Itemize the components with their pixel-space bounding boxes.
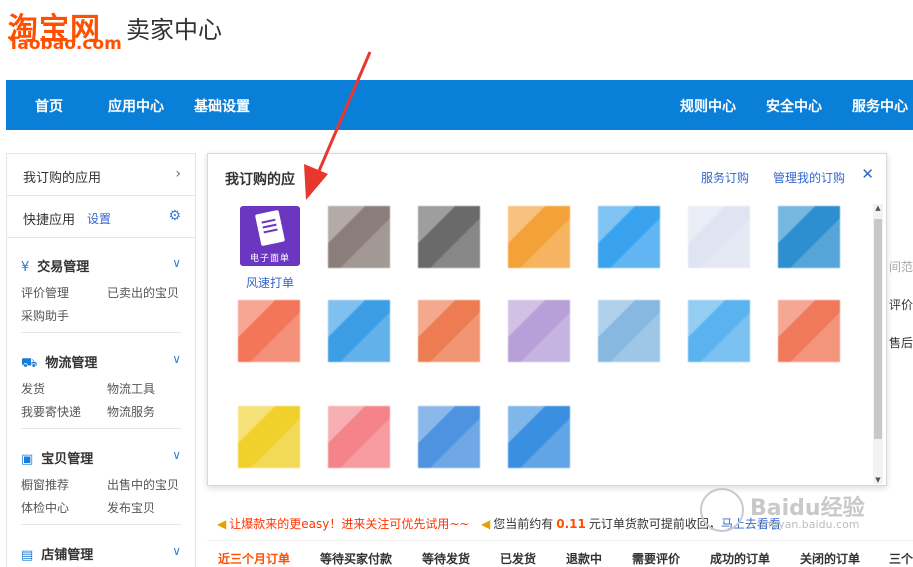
tab-awaiting-shipment[interactable]: 等待发货	[422, 550, 470, 567]
paw-icon	[700, 488, 744, 532]
tab-closed[interactable]: 关闭的订单	[800, 550, 860, 567]
speaker-icon: ◀	[481, 517, 491, 531]
tab-three-months[interactable]: 三个	[889, 550, 913, 567]
arrow-head	[304, 164, 328, 200]
tab-need-review[interactable]: 需要评价	[632, 550, 680, 567]
tab-shipped[interactable]: 已发货	[500, 550, 536, 567]
watermark-sub: jingyan.baidu.com	[758, 518, 860, 531]
tab-awaiting-payment[interactable]: 等待买家付款	[320, 550, 392, 567]
speaker-icon: ◀	[217, 517, 227, 531]
notice-pre: 您当前约有	[493, 517, 554, 531]
tab-refunding[interactable]: 退款中	[566, 550, 602, 567]
promo-text: 让爆款来的更easy！进来关注可优先试用~~	[229, 517, 470, 531]
order-tabs: 近三个月订单 等待买家付款 等待发货 已发货 退款中 需要评价 成功的订单 关闭…	[207, 540, 913, 567]
tab-successful[interactable]: 成功的订单	[710, 550, 770, 567]
baidu-watermark: Baidu经验 jingyan.baidu.com	[700, 488, 900, 532]
annotation-arrow	[304, 51, 372, 200]
promo-notice[interactable]: ◀ 让爆款来的更easy！进来关注可优先试用~~	[217, 515, 469, 532]
notice-amount: 0.11	[556, 517, 586, 531]
arrow-shaft	[314, 51, 372, 179]
tab-recent-orders[interactable]: 近三个月订单	[218, 550, 290, 567]
